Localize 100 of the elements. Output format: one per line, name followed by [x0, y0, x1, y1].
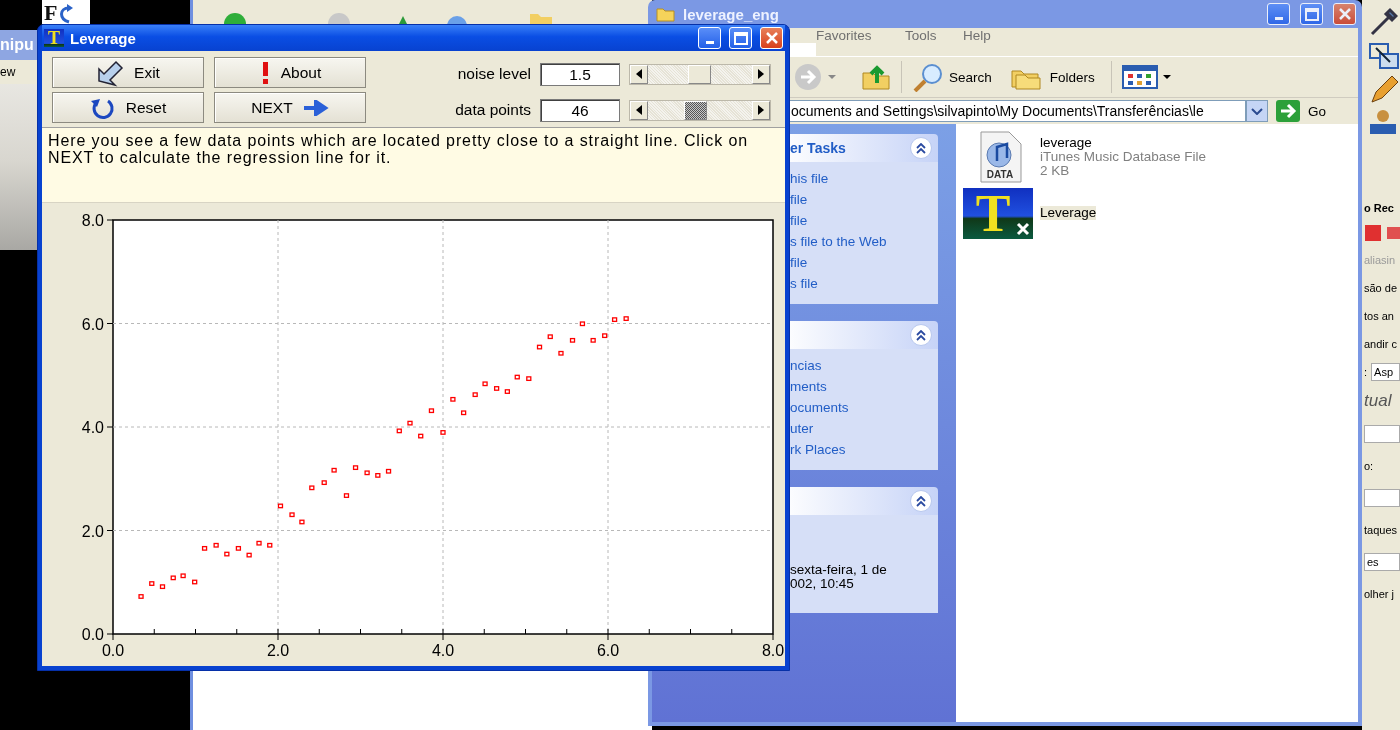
logo-letter: F	[44, 2, 58, 24]
panel-text: tos an	[1364, 309, 1395, 324]
file-name[interactable]: leverage	[1040, 136, 1207, 150]
minimize-button[interactable]	[698, 27, 721, 49]
window-title: Leverage	[70, 29, 137, 47]
scroll-right-button[interactable]	[752, 100, 770, 120]
arrow-right-icon	[302, 99, 329, 116]
data-point	[299, 519, 305, 525]
data-point	[246, 552, 252, 558]
toolbar-button[interactable]	[1364, 223, 1382, 243]
exit-button[interactable]: Exit	[52, 57, 204, 88]
task-link[interactable]: file	[790, 189, 938, 210]
panel-title: er Tasks	[790, 140, 846, 156]
views-icon	[1121, 64, 1158, 90]
up-folder-button[interactable]	[861, 63, 891, 91]
close-icon	[1338, 8, 1351, 20]
triangle-right-icon	[758, 69, 764, 79]
folder-up-icon	[861, 63, 891, 91]
task-link[interactable]: file	[790, 210, 938, 231]
reset-button[interactable]: Reset	[52, 92, 204, 123]
maximize-button[interactable]	[729, 27, 752, 49]
swirl-icon	[57, 4, 74, 24]
minimize-button[interactable]	[1267, 3, 1290, 25]
data-point	[590, 337, 596, 343]
scroll-left-button[interactable]	[630, 100, 648, 120]
input-field[interactable]	[1364, 425, 1400, 443]
data-point	[149, 581, 155, 586]
axis-tick-label: 2.0	[266, 642, 290, 659]
slider[interactable]	[629, 63, 771, 85]
stamp-icon	[1368, 108, 1398, 136]
input-field[interactable]: 1.5	[540, 62, 620, 86]
folders-button[interactable]: Folders	[1009, 63, 1095, 91]
menu-item[interactable]: ew	[0, 60, 38, 84]
search-button[interactable]: Search	[912, 62, 992, 92]
data-point	[472, 392, 478, 398]
panel-text: andir c	[1364, 337, 1399, 352]
task-link[interactable]: s file	[790, 273, 938, 294]
data-point	[547, 334, 553, 340]
task-link[interactable]: uter	[790, 418, 938, 439]
task-link[interactable]: ncias	[790, 355, 938, 376]
task-link[interactable]: file	[790, 252, 938, 273]
file-size: 2 KB	[1040, 164, 1071, 178]
input-field[interactable]: Asp	[1371, 363, 1400, 381]
axis-tick-label: 6.0	[596, 642, 620, 659]
menu-item[interactable]: Tools	[905, 28, 963, 43]
data-point	[428, 408, 435, 414]
panel-text: olher j	[1364, 587, 1395, 602]
input-field[interactable]: es	[1364, 553, 1400, 571]
collapse-button[interactable]	[910, 490, 932, 512]
data-point	[375, 473, 381, 478]
task-link[interactable]: rk Places	[790, 439, 938, 460]
data-point	[138, 594, 144, 599]
slider-thumb[interactable]	[687, 64, 711, 84]
window-title: leverage_eng	[683, 5, 780, 23]
slider-thumb[interactable]	[683, 100, 707, 120]
panel-text: o:	[1364, 459, 1375, 474]
maximize-button[interactable]	[1300, 3, 1323, 25]
chevron-down-icon	[1251, 107, 1263, 115]
go-button[interactable]: Go	[1276, 100, 1326, 122]
data-point	[504, 389, 510, 394]
next-button[interactable]: NEXT	[214, 92, 366, 123]
collapse-button[interactable]	[910, 137, 932, 159]
menu-item[interactable]: Help	[963, 28, 1300, 43]
file-name[interactable]: Leverage	[1040, 206, 1097, 220]
data-point	[224, 551, 230, 557]
data-point	[192, 579, 198, 585]
axis-tick-label: 4.0	[81, 419, 104, 436]
input-field[interactable]	[1364, 489, 1400, 507]
data-point	[579, 321, 586, 327]
task-link[interactable]: ments	[790, 376, 938, 397]
task-link[interactable]: ocuments	[790, 397, 938, 418]
data-point	[569, 337, 576, 343]
triangle-left-icon	[636, 69, 642, 79]
axis-tick-label: 2.0	[81, 522, 104, 540]
data-point	[213, 542, 219, 548]
views-button[interactable]	[1121, 64, 1171, 90]
panel-heading: o Rec	[1364, 201, 1395, 216]
data-point	[180, 573, 186, 579]
slider[interactable]	[629, 99, 771, 121]
arrow-right-icon	[1276, 100, 1300, 122]
task-link[interactable]: s file to the Web	[790, 231, 938, 252]
close-button[interactable]	[1333, 3, 1356, 25]
collapse-button[interactable]	[910, 324, 932, 346]
data-point	[159, 584, 166, 590]
minimize-icon	[1274, 17, 1283, 20]
scroll-left-button[interactable]	[630, 64, 648, 84]
dropper-icon	[1368, 6, 1398, 36]
dropdown-button[interactable]	[1246, 100, 1268, 122]
scroll-right-button[interactable]	[752, 64, 770, 84]
about-button[interactable]: About	[214, 57, 366, 88]
data-point	[352, 465, 359, 471]
search-icon	[912, 62, 944, 92]
input-field[interactable]: 46	[540, 98, 620, 122]
close-button[interactable]	[760, 27, 783, 49]
task-link[interactable]: his file	[790, 168, 938, 189]
data-point	[514, 374, 520, 380]
menu-item[interactable]: Favorites	[816, 28, 905, 43]
caret-icon	[828, 75, 836, 79]
pencil-icon	[1368, 74, 1400, 104]
data-point	[364, 470, 370, 476]
